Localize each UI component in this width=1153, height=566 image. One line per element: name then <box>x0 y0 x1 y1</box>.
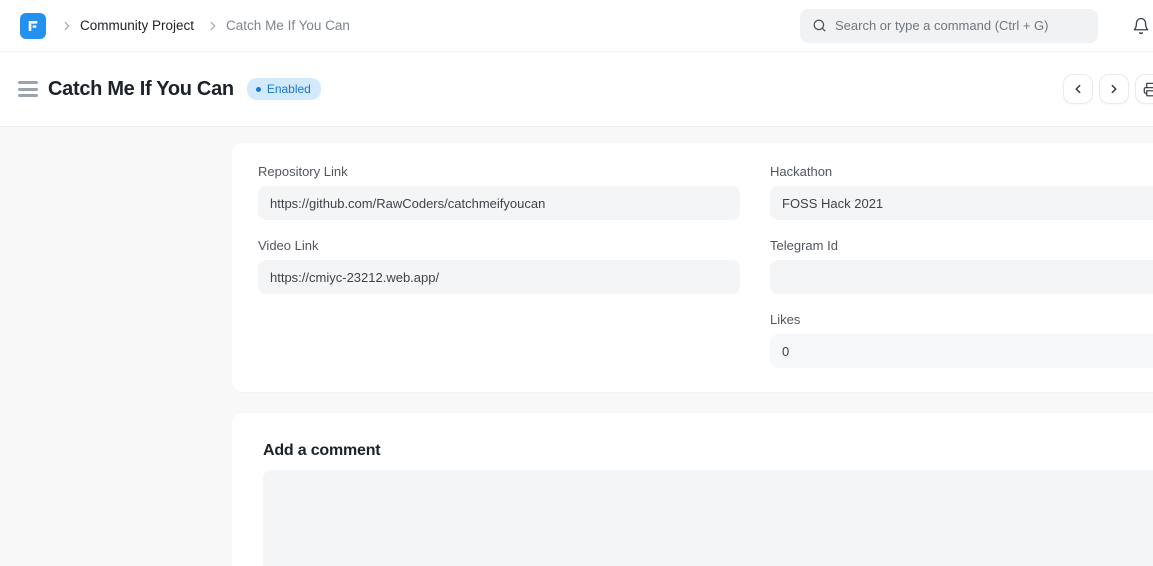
page-title: Catch Me If You Can <box>48 78 234 101</box>
comment-section-title: Add a comment <box>263 442 1153 460</box>
print-button[interactable] <box>1135 74 1153 104</box>
video-link-input[interactable] <box>258 260 740 294</box>
chevron-right-icon <box>206 19 220 33</box>
comment-textarea[interactable] <box>263 470 1153 566</box>
field-repository-link: Repository Link <box>258 164 740 220</box>
form-grid: Repository Link Video Link Hackathon Tel… <box>258 164 1153 386</box>
field-video-link: Video Link <box>258 238 740 294</box>
search-icon <box>812 18 827 33</box>
prev-document-button[interactable] <box>1063 74 1093 104</box>
breadcrumb-community-project[interactable]: Community Project <box>80 18 194 33</box>
status-dot <box>256 87 261 92</box>
field-likes: Likes <box>770 312 1153 368</box>
frappe-logo-icon[interactable] <box>20 13 46 39</box>
form-section-card: Repository Link Video Link Hackathon Tel… <box>232 143 1153 392</box>
header-actions <box>1063 74 1153 104</box>
content-area: Repository Link Video Link Hackathon Tel… <box>0 127 1153 566</box>
repository-link-label: Repository Link <box>258 164 740 179</box>
status-badge: Enabled <box>247 78 321 100</box>
navbar: Community Project Catch Me If You Can <box>0 0 1153 52</box>
field-hackathon: Hackathon <box>770 164 1153 220</box>
comment-section-card: Add a comment <box>232 413 1153 566</box>
telegram-id-input[interactable] <box>770 260 1153 294</box>
likes-label: Likes <box>770 312 1153 327</box>
telegram-id-label: Telegram Id <box>770 238 1153 253</box>
chevron-right-icon <box>60 19 74 33</box>
hackathon-input[interactable] <box>770 186 1153 220</box>
repository-link-input[interactable] <box>258 186 740 220</box>
video-link-label: Video Link <box>258 238 740 253</box>
likes-input[interactable] <box>770 334 1153 368</box>
global-search[interactable] <box>800 9 1098 43</box>
field-telegram-id: Telegram Id <box>770 238 1153 294</box>
sidebar-toggle-icon[interactable] <box>18 78 40 100</box>
next-document-button[interactable] <box>1099 74 1129 104</box>
status-badge-label: Enabled <box>267 82 311 96</box>
form-column-right: Hackathon Telegram Id Likes <box>770 164 1153 386</box>
notifications-bell-icon[interactable] <box>1131 0 1151 52</box>
search-input[interactable] <box>835 18 1086 33</box>
form-column-left: Repository Link Video Link <box>258 164 740 386</box>
hackathon-label: Hackathon <box>770 164 1153 179</box>
breadcrumb-current-doc[interactable]: Catch Me If You Can <box>226 18 350 33</box>
page-header: Catch Me If You Can Enabled <box>0 52 1153 127</box>
